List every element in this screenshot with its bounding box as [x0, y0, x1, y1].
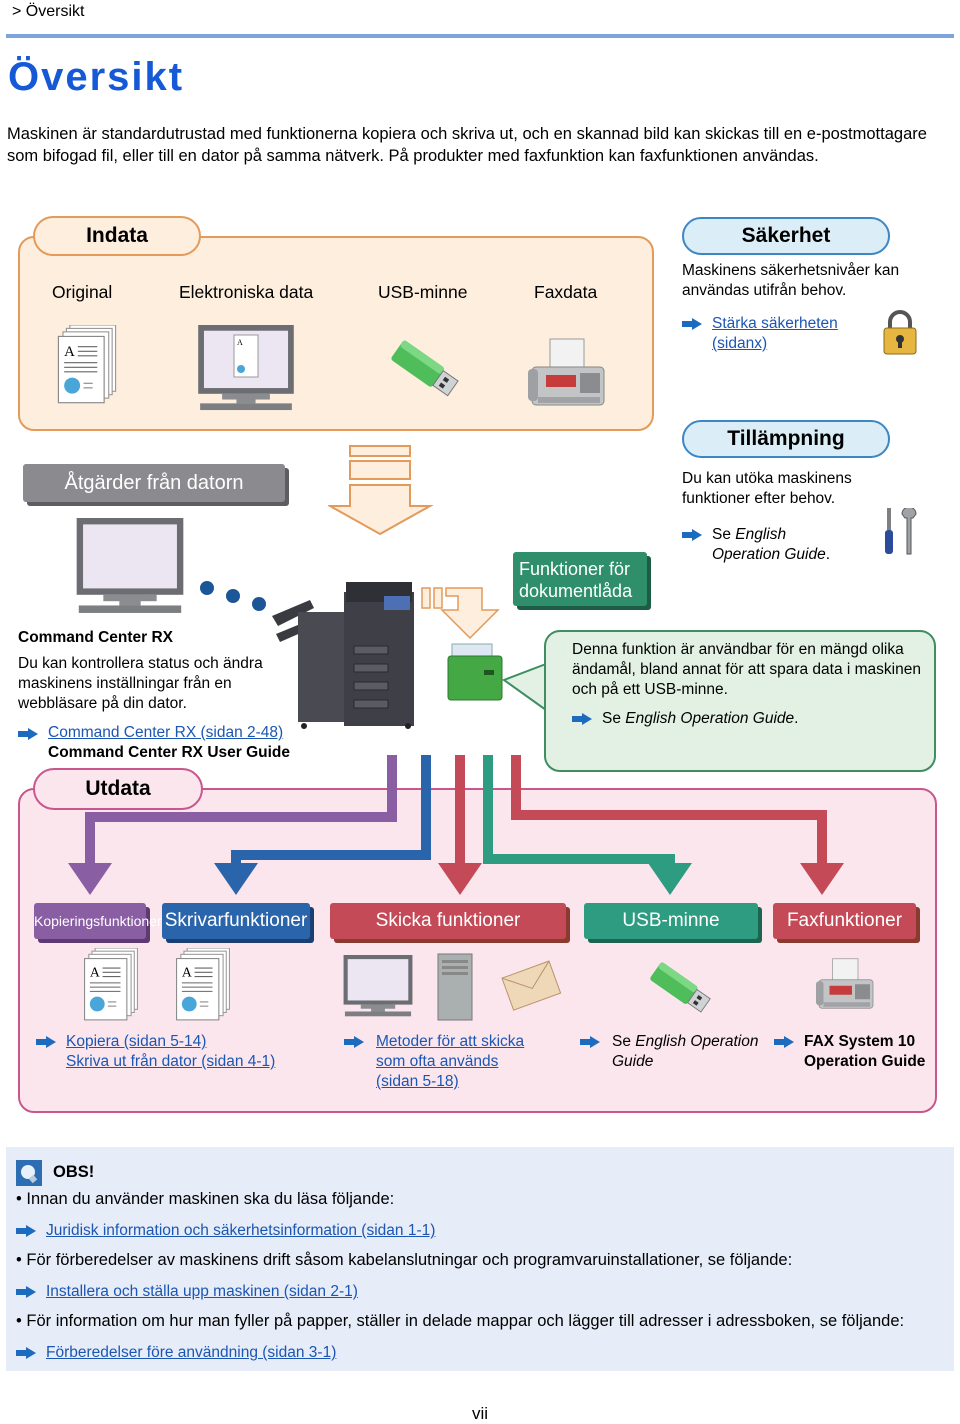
- note-link-install[interactable]: Installera och ställa upp maskinen (sida…: [46, 1282, 358, 1302]
- note-lightbulb-icon: [16, 1160, 42, 1186]
- ref-prefix: Se: [602, 710, 626, 727]
- indata-label-usb: USB-minne: [378, 282, 468, 302]
- note-item-text: För förberedelser av maskinens drift sås…: [26, 1251, 793, 1269]
- send-link-line1[interactable]: Metoder för att skicka: [376, 1033, 524, 1050]
- arrow-icon: [344, 1036, 364, 1048]
- command-center-link[interactable]: Command Center RX (sidan 2-48): [48, 724, 283, 742]
- print-link[interactable]: Skriva ut från dator (sidan 4-1): [66, 1053, 275, 1070]
- pc-actions-label: Åtgärder från datorn: [23, 464, 285, 502]
- copy-document-icon: [83, 948, 139, 1021]
- arrow-icon: [16, 1347, 36, 1359]
- usb-drive-icon: [648, 960, 712, 1015]
- application-title: Tillämpning: [682, 420, 890, 458]
- note-item-text: Innan du använder maskinen ska du läsa f…: [26, 1190, 395, 1208]
- computer-monitor-icon: [76, 518, 184, 613]
- note-title: OBS!: [53, 1163, 95, 1181]
- note-item-text: För information om hur man fyller på pap…: [26, 1312, 905, 1330]
- ref-italic: English Operation Guide: [625, 710, 795, 727]
- down-arrow-icon: [328, 445, 434, 536]
- fax-guide-line2: Operation Guide: [804, 1053, 926, 1070]
- fax-guide-reference: FAX System 10 Operation Guide: [804, 1032, 925, 1072]
- copy-functions-button[interactable]: Kopieringsfunktioner: [34, 903, 162, 939]
- document-box-label-line1: Funktioner för: [519, 559, 631, 579]
- indata-label-fax: Faxdata: [534, 282, 598, 302]
- arrow-icon: [580, 1036, 600, 1048]
- arrow-icon: [682, 529, 702, 541]
- security-link-line1[interactable]: Stärka säkerheten: [712, 315, 838, 332]
- ref-italic: English Operation: [635, 1033, 759, 1050]
- tools-icon: [885, 508, 917, 555]
- ref-italic: English: [735, 526, 787, 543]
- copy-link[interactable]: Kopiera (sidan 5-14): [66, 1033, 206, 1050]
- arrow-icon: [16, 1225, 36, 1237]
- copy-print-links: Kopiera (sidan 5-14) Skriva ut från dato…: [66, 1032, 275, 1072]
- fax-guide-line1: FAX System 10: [804, 1033, 916, 1050]
- ref-italic: Operation Guide: [712, 546, 826, 563]
- usb-reference: Se English Operation Guide: [612, 1032, 758, 1072]
- ref-italic: Guide: [612, 1053, 654, 1070]
- note-item: • För förberedelser av maskinens drift s…: [16, 1251, 793, 1269]
- usb-memory-button[interactable]: USB-minne: [584, 903, 758, 939]
- command-center-text: Du kan kontrollera status och ändra mask…: [18, 655, 263, 712]
- arrow-icon: [16, 1286, 36, 1298]
- command-center-title: Command Center RX: [18, 629, 174, 646]
- padlock-icon: [883, 310, 917, 355]
- arrow-icon: [682, 318, 702, 330]
- page-number: vii: [471, 1404, 489, 1423]
- send-functions-button[interactable]: Skicka funktioner: [330, 903, 566, 939]
- ref-suffix: .: [794, 710, 799, 727]
- ref-prefix: Se: [712, 526, 736, 543]
- arrow-icon: [572, 713, 592, 725]
- indata-label-original: Original: [52, 282, 113, 302]
- pc-monitor-icon: [343, 955, 413, 1017]
- ref-prefix: Se: [612, 1033, 636, 1050]
- arrow-icon: [36, 1036, 56, 1048]
- server-icon: [437, 953, 473, 1021]
- document-box-reference: Se English Operation Guide.: [602, 710, 798, 728]
- page-title: Översikt: [8, 55, 185, 99]
- security-link[interactable]: Stärka säkerheten (sidanx): [712, 314, 838, 354]
- application-text: Du kan utöka maskinens funktioner efter …: [682, 470, 852, 507]
- fax-functions-button[interactable]: Faxfunktioner: [773, 903, 916, 939]
- down-arrow-icon: [421, 587, 500, 640]
- printer-functions-button[interactable]: Skrivarfunktioner: [162, 903, 310, 939]
- note-item: • För information om hur man fyller på p…: [16, 1312, 905, 1330]
- arrow-icon: [18, 728, 38, 740]
- document-box-icon: [447, 643, 503, 701]
- breadcrumb[interactable]: > Översikt: [12, 3, 84, 21]
- network-dots-icon: [200, 581, 266, 611]
- fax-machine-icon: [816, 958, 874, 1009]
- fax-machine-icon: [528, 338, 605, 406]
- intro-paragraph: Maskinen är standardutrustad med funktio…: [7, 125, 927, 165]
- document-box-label-line2: dokumentlåda: [519, 581, 633, 601]
- usb-drive-icon: [389, 338, 460, 399]
- output-flow-arrows: [68, 755, 844, 895]
- ref-suffix: .: [825, 546, 831, 563]
- security-text: Maskinens säkerhetsnivåer kan användas u…: [682, 262, 900, 299]
- application-reference: Se English Operation Guide.: [712, 525, 830, 565]
- send-links: Metoder för att skicka som ofta används …: [376, 1032, 524, 1092]
- header-divider: [6, 34, 954, 38]
- document-box-label: Funktioner för dokumentlåda: [513, 552, 647, 606]
- note-item: • Innan du använder maskinen ska du läsa…: [16, 1190, 395, 1208]
- print-document-icon: [175, 948, 231, 1021]
- indata-label-electronic: Elektroniska data: [179, 282, 314, 302]
- security-title: Säkerhet: [682, 217, 890, 255]
- indata-title: Indata: [33, 216, 201, 256]
- arrow-icon: [774, 1036, 794, 1048]
- send-link-line3[interactable]: (sidan 5-18): [376, 1073, 459, 1090]
- security-link-line2[interactable]: (sidanx): [712, 335, 767, 352]
- svg-text:A: A: [237, 338, 243, 347]
- document-box-text: Denna funktion är användbar för en mängd…: [572, 641, 921, 698]
- document-stack-icon: [57, 325, 117, 404]
- email-envelope-icon: [501, 960, 562, 1011]
- monitor-icon: A: [198, 325, 294, 411]
- note-link-legal[interactable]: Juridisk information och säkerhetsinform…: [46, 1221, 435, 1241]
- send-link-line2[interactable]: som ofta används: [376, 1053, 498, 1070]
- note-link-preparation[interactable]: Förberedelser före användning (sidan 3-1…: [46, 1343, 336, 1363]
